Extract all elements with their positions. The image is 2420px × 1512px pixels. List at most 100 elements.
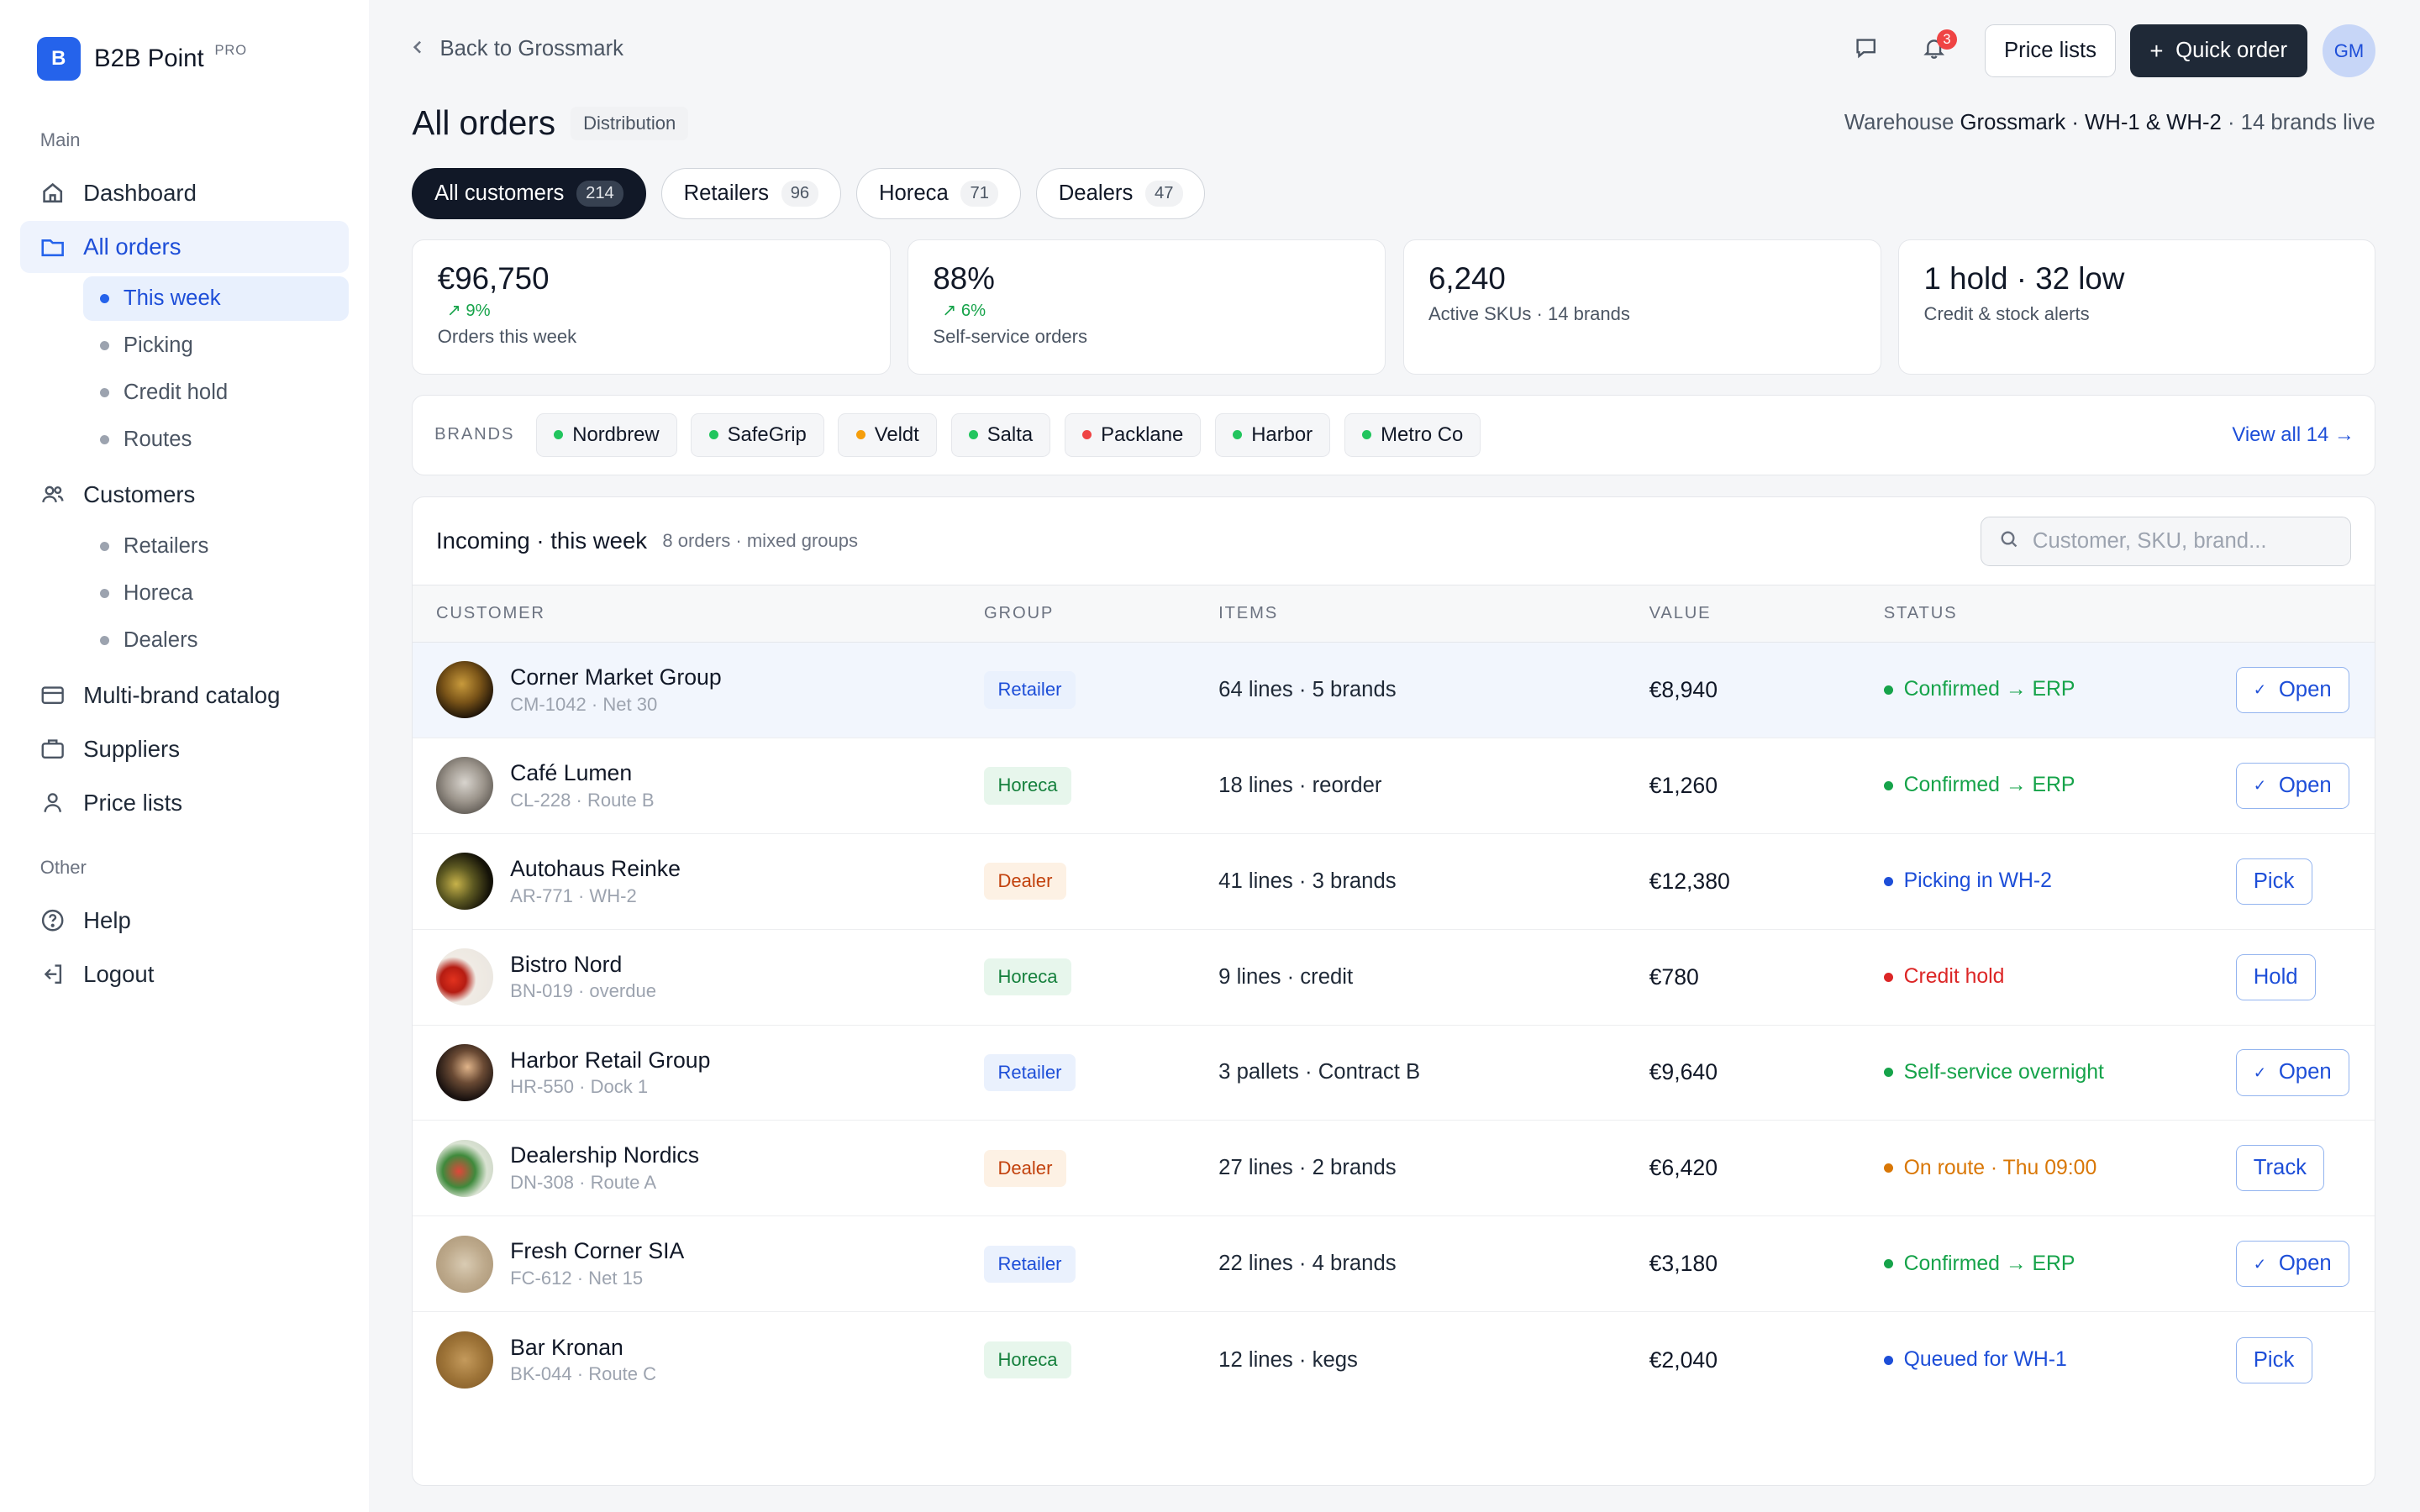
column-header-group[interactable]: GROUP bbox=[984, 604, 1218, 623]
logout-icon bbox=[40, 962, 65, 986]
sidebar-item-logout[interactable]: Logout bbox=[20, 948, 349, 1000]
row-action-open-button[interactable]: ✓ Open bbox=[2235, 1241, 2349, 1288]
table-row[interactable]: Dealership Nordics DN-308 · Route A Deal… bbox=[413, 1121, 2375, 1217]
bullet-icon bbox=[100, 341, 110, 351]
view-all-brands-link[interactable]: View all 14 → bbox=[2232, 423, 2354, 447]
sidebar-subitem-dealers[interactable]: Dealers bbox=[83, 618, 349, 663]
brand-chip-veldt[interactable]: Veldt bbox=[838, 413, 937, 457]
row-action-label: Open bbox=[2278, 677, 2332, 701]
quick-order-button[interactable]: + Quick order bbox=[2129, 24, 2307, 77]
customer-filter-tabs: All customers 214 Retailers 96 Horeca 71 De… bbox=[412, 168, 2375, 219]
warehouse-info: Warehouse Grossmark · WH-1 & WH-2 · 14 b… bbox=[1844, 111, 2375, 135]
tab-dealers[interactable]: Dealers 47 bbox=[1036, 168, 1206, 219]
status-cell: Picking in WH-2 bbox=[1883, 869, 2236, 893]
customer-meta: BK-044 · Route C bbox=[510, 1363, 657, 1385]
bullet-icon bbox=[100, 435, 110, 445]
customer-meta: CL-228 · Route B bbox=[510, 789, 655, 811]
brand-chip-packlane[interactable]: Packlane bbox=[1064, 413, 1202, 457]
status-cell: Confirmed → ERP bbox=[1883, 1252, 2236, 1276]
search-input[interactable] bbox=[2032, 528, 2342, 554]
sidebar-item-label: Price lists bbox=[83, 790, 183, 816]
row-action-hold-button[interactable]: Hold bbox=[2235, 953, 2316, 1000]
table-row[interactable]: Harbor Retail Group HR-550 · Dock 1 Reta… bbox=[413, 1026, 2375, 1121]
sidebar-item-price-lists[interactable]: Price lists bbox=[20, 777, 349, 829]
kpi-delta: ↗ 9% bbox=[447, 300, 865, 321]
notifications-button[interactable]: 3 bbox=[1907, 24, 1960, 76]
items-cell: 9 lines · credit bbox=[1218, 964, 1354, 989]
brand-chip-salta[interactable]: Salta bbox=[950, 413, 1051, 457]
kpi-value: 6,240 bbox=[1428, 260, 1506, 296]
sidebar-item-suppliers[interactable]: Suppliers bbox=[20, 723, 349, 775]
status-cell: Confirmed → ERP bbox=[1883, 678, 2236, 701]
check-icon: ✓ bbox=[2253, 680, 2267, 699]
customer-avatar bbox=[435, 948, 493, 1006]
status-indicator: Queued for WH-1 bbox=[1883, 1348, 2236, 1372]
status-text: Credit hold bbox=[1903, 965, 2005, 989]
sidebar-subitem-retailers[interactable]: Retailers bbox=[83, 524, 349, 569]
table-row[interactable]: Café Lumen CL-228 · Route B Horeca 18 li… bbox=[413, 738, 2375, 834]
table-row[interactable]: Bistro Nord BN-019 · overdue Horeca 9 li… bbox=[413, 930, 2375, 1026]
tab-horeca[interactable]: Horeca 71 bbox=[856, 168, 1021, 219]
table-header-bar: Incoming · this week 8 orders · mixed gr… bbox=[413, 497, 2375, 586]
group-cell: Horeca bbox=[983, 1341, 1218, 1379]
row-action-track-button[interactable]: Track bbox=[2235, 1145, 2325, 1192]
sidebar-subitem-label: Credit hold bbox=[123, 381, 229, 405]
sidebar-subitem-picking[interactable]: Picking bbox=[83, 323, 349, 368]
row-action-open-button[interactable]: ✓ Open bbox=[2235, 762, 2349, 809]
row-action-open-button[interactable]: ✓ Open bbox=[2235, 666, 2349, 713]
sidebar-item-catalog[interactable]: Multi-brand catalog bbox=[20, 669, 349, 721]
column-header-items[interactable]: ITEMS bbox=[1218, 604, 1649, 623]
price-lists-button[interactable]: Price lists bbox=[1984, 24, 2116, 77]
table-row[interactable]: Fresh Corner SIA FC-612 · Net 15 Retaile… bbox=[413, 1216, 2375, 1313]
back-link[interactable]: Back to Grossmark bbox=[412, 37, 623, 61]
column-header-value[interactable]: VALUE bbox=[1649, 604, 1884, 623]
section-label-main: Main bbox=[39, 129, 81, 151]
table-column-headers: CUSTOMER GROUP ITEMS VALUE STATUS bbox=[413, 585, 2375, 643]
action-cell: Hold bbox=[2235, 953, 2375, 1000]
group-cell: Horeca bbox=[983, 958, 1218, 996]
check-icon: ✓ bbox=[2253, 776, 2267, 795]
sidebar-subitem-routes[interactable]: Routes bbox=[83, 417, 349, 462]
brand-chip-label: Nordbrew bbox=[572, 423, 660, 446]
sidebar-item-customers[interactable]: Customers bbox=[20, 469, 349, 521]
table-row[interactable]: Bar Kronan BK-044 · Route C Horeca 12 li… bbox=[413, 1312, 2374, 1408]
table-row[interactable]: Corner Market Group CM-1042 · Net 30 Ret… bbox=[413, 643, 2375, 738]
top-actions: 3 Price lists + Quick order GM bbox=[1839, 24, 2375, 77]
brand-chip-harbor[interactable]: Harbor bbox=[1214, 413, 1331, 457]
brand[interactable]: B B2B Point PRO bbox=[20, 37, 349, 81]
brand-chip-safegrip[interactable]: SafeGrip bbox=[691, 413, 824, 457]
status-dot-icon bbox=[1082, 430, 1092, 440]
value-cell: €780 bbox=[1649, 963, 1699, 990]
group-badge: Horeca bbox=[983, 1341, 1072, 1379]
sidebar-item-all-orders[interactable]: All orders bbox=[19, 220, 350, 274]
kpi-label: Self-service orders bbox=[933, 325, 1088, 347]
sidebar-subitem-credit-hold[interactable]: Credit hold bbox=[83, 370, 349, 415]
section-label-other: Other bbox=[39, 857, 87, 879]
kpi-card-skus: 6,240 Active SKUs · 14 brands bbox=[1402, 239, 1881, 375]
row-action-pick-button[interactable]: Pick bbox=[2235, 1336, 2312, 1383]
sidebar-item-dashboard[interactable]: Dashboard bbox=[20, 167, 349, 219]
column-header-customer[interactable]: CUSTOMER bbox=[436, 604, 984, 623]
status-dot-icon bbox=[1362, 430, 1372, 440]
plus-icon: + bbox=[2149, 37, 2164, 64]
tab-count: 47 bbox=[1145, 181, 1183, 207]
row-action-pick-button[interactable]: Pick bbox=[2235, 858, 2312, 905]
table-row[interactable]: Autohaus Reinke AR-771 · WH-2 Dealer 41 … bbox=[413, 834, 2375, 930]
group-badge: Retailer bbox=[983, 1053, 1076, 1092]
status-cell: Self-service overnight bbox=[1883, 1061, 2236, 1084]
tab-all-customers[interactable]: All customers 214 bbox=[412, 168, 646, 219]
column-header-status[interactable]: STATUS bbox=[1884, 604, 2236, 623]
status-indicator: Self-service overnight bbox=[1883, 1061, 2236, 1084]
row-action-open-button[interactable]: ✓ Open bbox=[2235, 1049, 2349, 1096]
brand-chip-metro-co[interactable]: Metro Co bbox=[1344, 413, 1481, 457]
tab-retailers[interactable]: Retailers 96 bbox=[660, 168, 841, 219]
brand-chip-nordbrew[interactable]: Nordbrew bbox=[535, 413, 677, 457]
customer-name: Fresh Corner SIA bbox=[510, 1238, 685, 1264]
sidebar-subitem-label: Retailers bbox=[123, 533, 209, 558]
messages-button[interactable] bbox=[1839, 24, 1891, 76]
sidebar-item-help[interactable]: Help bbox=[20, 895, 349, 947]
sidebar-subitem-this-week[interactable]: This week bbox=[83, 276, 350, 322]
avatar[interactable]: GM bbox=[2323, 24, 2375, 77]
brand-chip-label: Veldt bbox=[874, 423, 919, 446]
sidebar-subitem-horeca[interactable]: Horeca bbox=[83, 571, 349, 616]
